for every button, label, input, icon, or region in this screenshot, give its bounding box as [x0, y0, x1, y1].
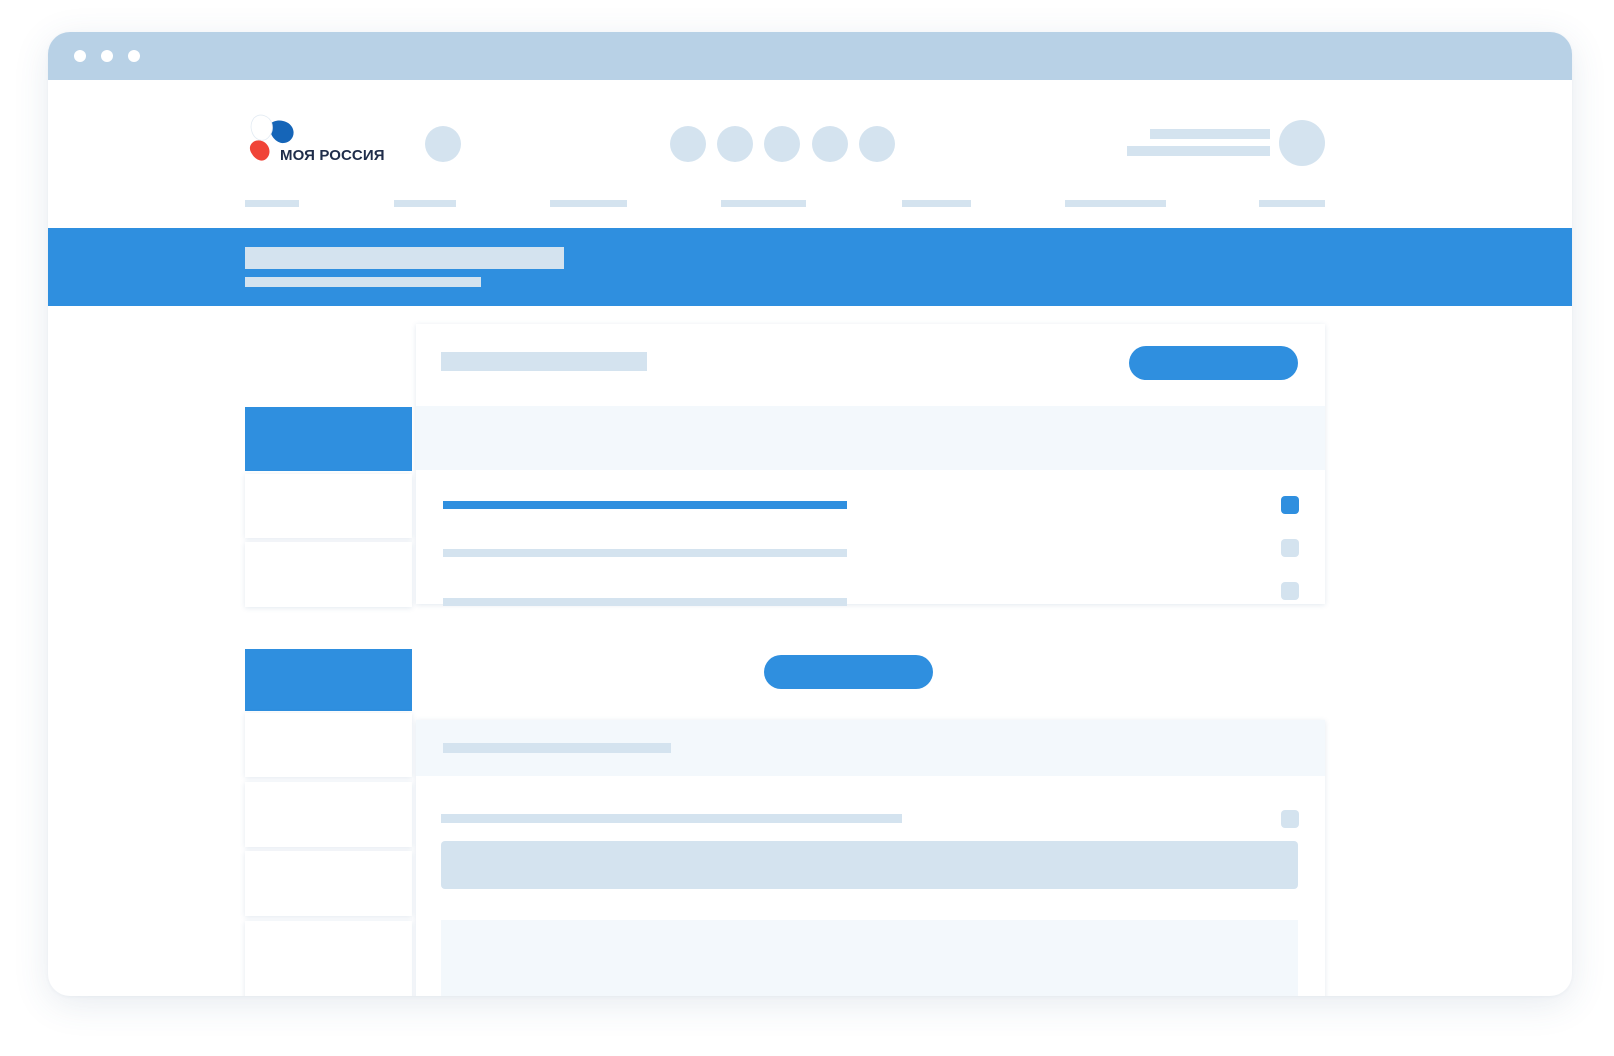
nav-item[interactable]	[550, 200, 627, 207]
checkbox[interactable]	[1281, 539, 1299, 557]
user-name-placeholder	[1150, 129, 1270, 139]
page-title-placeholder	[245, 247, 564, 269]
field-label-placeholder	[441, 814, 902, 823]
card-section-header	[416, 406, 1325, 470]
window-dot-minimize[interactable]	[101, 50, 113, 62]
sidebar-item[interactable]	[245, 542, 412, 607]
header-circle-icon[interactable]	[670, 126, 706, 162]
header-circle-icon[interactable]	[859, 126, 895, 162]
window-titlebar	[48, 32, 1572, 80]
site-logo[interactable]: МОЯ РОССИЯ	[244, 112, 394, 164]
card-section-header	[416, 720, 1325, 776]
header-circle-icon[interactable]	[812, 126, 848, 162]
nav-item[interactable]	[721, 200, 806, 207]
content-card-2	[416, 720, 1325, 996]
card-title-placeholder	[441, 352, 647, 371]
window-dot-close[interactable]	[74, 50, 86, 62]
primary-action-button[interactable]	[1129, 346, 1298, 380]
window-dot-maximize[interactable]	[128, 50, 140, 62]
nav-item[interactable]	[1065, 200, 1166, 207]
user-subtitle-placeholder	[1127, 146, 1270, 156]
page-banner	[48, 228, 1572, 306]
sidebar-item[interactable]	[245, 782, 412, 847]
sidebar-item-active[interactable]	[245, 407, 412, 471]
section-title-placeholder	[443, 743, 671, 753]
sidebar-item[interactable]	[245, 851, 412, 916]
checkbox[interactable]	[1281, 582, 1299, 600]
header-circle-icon[interactable]	[764, 126, 800, 162]
nav-item[interactable]	[902, 200, 971, 207]
list-item-line	[443, 598, 847, 606]
header-circle-icon[interactable]	[717, 126, 753, 162]
content-block-placeholder	[441, 920, 1298, 996]
list-item-line	[443, 549, 847, 557]
checkbox[interactable]	[1281, 496, 1299, 514]
avatar[interactable]	[1279, 120, 1325, 166]
browser-window: МОЯ РОССИЯ	[48, 32, 1572, 996]
checkbox[interactable]	[1281, 810, 1299, 828]
page-subtitle-placeholder	[245, 277, 481, 287]
sidebar-item[interactable]	[245, 713, 412, 777]
placeholder-icon[interactable]	[425, 126, 461, 162]
sidebar-item[interactable]	[245, 921, 412, 996]
content-card	[416, 324, 1325, 606]
text-input-field[interactable]	[441, 841, 1298, 889]
nav-item[interactable]	[245, 200, 299, 207]
nav-item[interactable]	[1259, 200, 1325, 207]
sidebar-item[interactable]	[245, 474, 412, 538]
logo-text: МОЯ РОССИЯ	[280, 147, 385, 164]
secondary-action-button[interactable]	[764, 655, 933, 689]
nav-item[interactable]	[394, 200, 456, 207]
sidebar-item-active[interactable]	[245, 649, 412, 711]
list-item-line-selected	[443, 501, 847, 509]
